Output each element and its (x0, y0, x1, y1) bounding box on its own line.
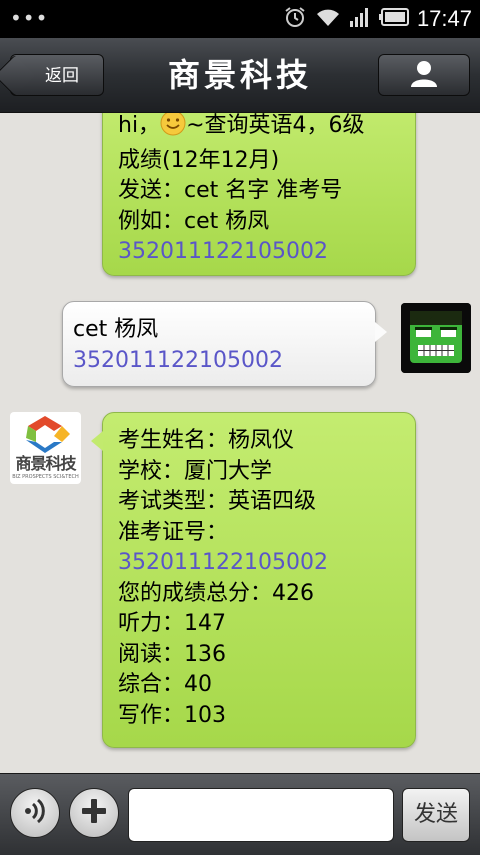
voice-icon (20, 796, 50, 830)
bubble-tail (375, 322, 387, 342)
wifi-icon (315, 6, 341, 32)
user-avatar[interactable] (401, 303, 471, 373)
plus-icon (80, 797, 108, 829)
brand-logo-icon (26, 416, 70, 453)
message-line: hi， ~查询英语4，6级 (118, 113, 401, 146)
message-line: 成绩(12年12月) (118, 147, 280, 173)
message-line: 听力：147 (118, 611, 226, 636)
message-bubble-user[interactable]: cet 杨凤 352011122105002 (62, 301, 387, 387)
alarm-icon (283, 5, 307, 33)
voice-button[interactable] (10, 788, 60, 838)
message-line: 发送：cet 名字 准考号 (118, 178, 343, 203)
message-bubble-bot[interactable]: 考生姓名：杨凤仪 学校：厦门大学 考试类型：英语四级 准考证号： 3520111… (91, 412, 416, 748)
smile-emoji-icon (160, 113, 186, 146)
plus-button[interactable] (69, 788, 119, 838)
message-line: cet 杨凤 (73, 317, 159, 342)
status-time: 17:47 (416, 6, 472, 31)
message-line: 阅读：136 (118, 641, 226, 667)
bot-logo-text: 商景科技 (15, 454, 76, 473)
message-number-link[interactable]: 352011122105002 (118, 237, 401, 268)
message-line: 考试类型：英语四级 (118, 489, 317, 514)
battery-icon (378, 8, 409, 30)
message-number-link[interactable]: 352011122105002 (118, 548, 415, 579)
chat-area[interactable]: hi， ~查询英语4，6级 成绩(12年12月) 发送：cet 名字 准考号 例如… (0, 113, 480, 773)
message-line: 写作：103 (118, 702, 226, 728)
message-line: 您的成绩总分：426 (118, 580, 314, 606)
message-line: 考生姓名：杨凤仪 (118, 428, 295, 453)
status-bar: ••• 17:47 (0, 0, 480, 38)
message-line: 学校：厦门大学 (118, 458, 273, 484)
title-bar: 返回 商景科技 (0, 38, 480, 113)
bot-avatar[interactable]: 商景科技 BIZ PROSPECTS SCI&TECH (10, 412, 81, 484)
message-number-link[interactable]: 352011122105002 (73, 346, 375, 377)
signal-icon (349, 6, 371, 32)
input-bar: 发送 (0, 773, 480, 855)
message-bubble-bot[interactable]: hi， ~查询英语4，6级 成绩(12年12月) 发送：cet 名字 准考号 例如… (102, 113, 416, 276)
message-line: 例如：cet 杨凤 (118, 208, 270, 234)
send-button[interactable]: 发送 (402, 788, 470, 842)
bot-logo-subtext: BIZ PROSPECTS SCI&TECH (12, 474, 79, 480)
person-icon (409, 58, 439, 92)
message-line: 准考证号： (118, 519, 229, 545)
message-input[interactable] (128, 788, 394, 842)
message-line: 综合：40 (118, 672, 212, 697)
profile-button[interactable] (378, 54, 470, 96)
bubble-tail (91, 431, 103, 451)
menu-dots: ••• (10, 6, 49, 30)
